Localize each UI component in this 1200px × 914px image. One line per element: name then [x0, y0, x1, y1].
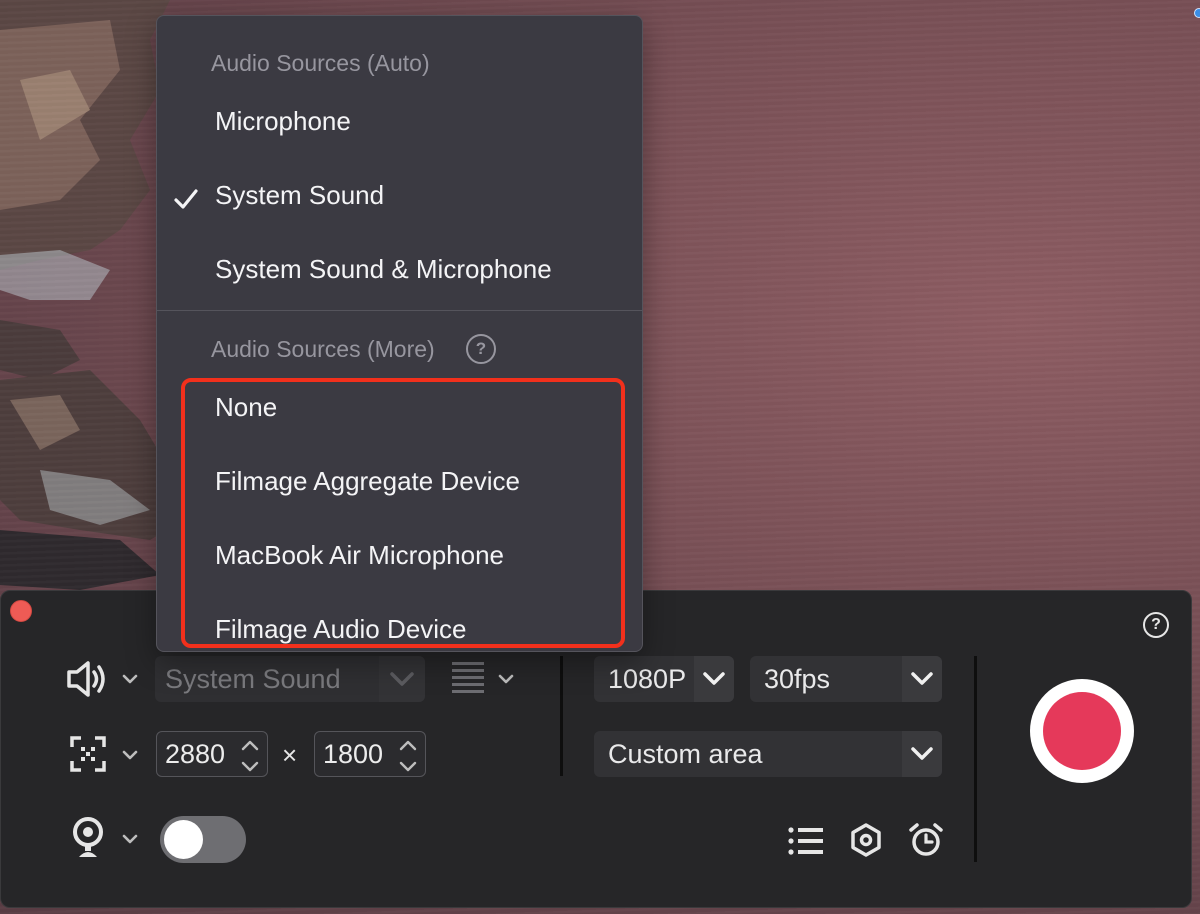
chevron-down-icon — [911, 672, 933, 685]
fps-value: 30fps — [764, 663, 831, 694]
status-dot — [1194, 8, 1200, 18]
checkmark-icon — [174, 189, 198, 209]
chevron-down-icon[interactable] — [121, 670, 139, 688]
speaker-icon[interactable] — [66, 660, 108, 698]
width-stepper[interactable]: 2880 — [156, 731, 268, 777]
webcam-toggle[interactable] — [160, 816, 246, 863]
toggle-knob — [164, 820, 203, 859]
list-icon[interactable] — [788, 826, 824, 856]
chevron-down-icon — [390, 672, 414, 686]
height-value: 1800 — [323, 738, 384, 769]
chevron-down-icon[interactable] — [121, 746, 139, 764]
resolution-select[interactable]: 1080P — [594, 656, 734, 702]
chevron-down-icon — [703, 672, 725, 685]
help-icon[interactable]: ? — [466, 334, 496, 364]
vertical-divider — [560, 656, 563, 776]
record-button-core — [1043, 692, 1121, 770]
help-button[interactable]: ? — [1143, 612, 1169, 638]
area-select[interactable]: Custom area — [594, 731, 942, 777]
audio-source-value: System Sound — [165, 663, 341, 694]
region-select-icon[interactable] — [70, 736, 106, 772]
hexagon-settings-icon[interactable] — [850, 823, 882, 857]
menu-item-system-sound-microphone[interactable]: System Sound & Microphone — [215, 254, 552, 285]
fps-select[interactable]: 30fps — [750, 656, 942, 702]
resolution-value: 1080P — [608, 663, 687, 694]
record-button[interactable] — [1030, 679, 1134, 783]
menu-header-more: Audio Sources (More) — [211, 336, 435, 362]
window-close-button[interactable] — [10, 600, 32, 622]
alarm-clock-icon[interactable] — [908, 822, 944, 858]
menu-separator — [157, 310, 642, 311]
audio-source-select[interactable]: System Sound — [155, 656, 425, 702]
stepper-arrows-icon[interactable] — [397, 736, 419, 776]
area-dropdown[interactable] — [902, 731, 942, 777]
webcam-icon[interactable] — [71, 817, 105, 859]
chevron-down-icon[interactable] — [497, 670, 515, 688]
chevron-down-icon — [911, 747, 933, 760]
chevron-down-icon[interactable] — [121, 830, 139, 848]
menu-item-system-sound[interactable]: System Sound — [215, 180, 384, 211]
audio-source-dropdown[interactable] — [379, 656, 425, 702]
audio-levels-icon[interactable] — [451, 660, 485, 696]
menu-item-microphone[interactable]: Microphone — [215, 106, 351, 137]
fps-dropdown[interactable] — [902, 656, 942, 702]
width-value: 2880 — [165, 738, 226, 769]
resolution-dropdown[interactable] — [694, 656, 734, 702]
highlight-annotation-box — [181, 378, 625, 648]
vertical-divider — [974, 656, 977, 862]
stepper-arrows-icon[interactable] — [239, 736, 261, 776]
area-value: Custom area — [608, 738, 763, 769]
dimension-separator: × — [282, 740, 298, 770]
menu-header-auto: Audio Sources (Auto) — [211, 50, 430, 76]
height-stepper[interactable]: 1800 — [314, 731, 426, 777]
